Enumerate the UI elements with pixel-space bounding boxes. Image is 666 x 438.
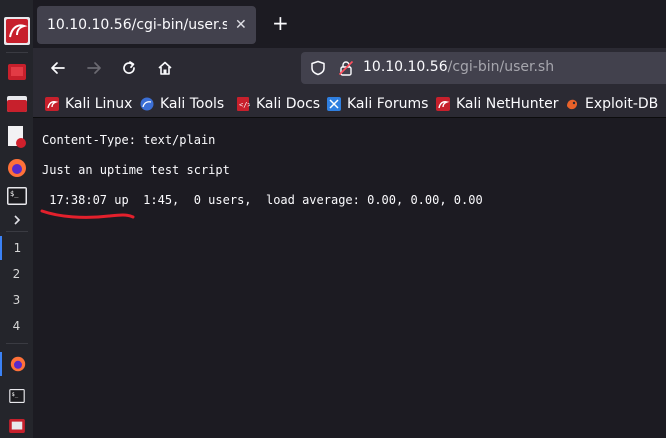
kali-tools-icon bbox=[140, 97, 154, 111]
expand-launcher-button[interactable] bbox=[0, 212, 33, 228]
kali-docs-icon: </> bbox=[237, 97, 250, 111]
arrow-right-icon bbox=[87, 62, 101, 74]
red-underline-annotation bbox=[40, 209, 135, 219]
file-manager-button[interactable] bbox=[0, 92, 33, 116]
url-path: /cgi-bin/user.sh bbox=[447, 59, 555, 75]
bookmark-label: Kali Tools bbox=[160, 96, 225, 112]
bookmark-kali-nethunter[interactable]: Kali NetHunter bbox=[436, 95, 558, 113]
firefox-icon bbox=[7, 159, 26, 177]
new-tab-button[interactable]: + bbox=[272, 13, 289, 33]
tab-strip: 10.10.10.56/cgi-bin/user.sh ✕ + bbox=[33, 0, 666, 48]
taskbar: $_ 1 2 3 4 $_ bbox=[0, 0, 33, 438]
bookmark-exploit-db[interactable]: Exploit-DB bbox=[565, 95, 658, 113]
kali-forums-icon bbox=[327, 97, 341, 111]
document-icon bbox=[7, 126, 26, 148]
workspace-2[interactable]: 2 bbox=[0, 262, 33, 286]
kali-dragon-icon bbox=[3, 17, 30, 45]
svg-text:</>: </> bbox=[239, 101, 250, 109]
url-host: 10.10.10.56 bbox=[363, 59, 448, 75]
divider bbox=[6, 52, 28, 53]
description-line: Just an uptime test script bbox=[42, 163, 230, 177]
svg-text:$_: $_ bbox=[10, 190, 19, 198]
terminal-icon: $_ bbox=[6, 187, 27, 205]
bookmark-label: Kali Linux bbox=[65, 96, 133, 112]
divider bbox=[6, 343, 28, 344]
workspace-label: 1 bbox=[13, 241, 22, 255]
firefox-launcher[interactable] bbox=[0, 156, 33, 180]
svg-text:$_: $_ bbox=[11, 392, 18, 398]
taskbar-window-terminal[interactable]: $_ bbox=[0, 384, 33, 408]
bookmark-label: Exploit-DB bbox=[585, 96, 659, 112]
taskbar-window-app[interactable] bbox=[0, 414, 33, 438]
workspace-3[interactable]: 3 bbox=[0, 288, 33, 312]
content-type-line: Content-Type: text/plain bbox=[42, 133, 216, 147]
exploit-db-icon bbox=[567, 99, 578, 110]
tab-active[interactable]: 10.10.10.56/cgi-bin/user.sh ✕ bbox=[37, 6, 256, 44]
text-editor-button[interactable] bbox=[0, 124, 33, 150]
divider bbox=[6, 231, 28, 232]
terminal-launcher[interactable]: $_ bbox=[0, 184, 33, 208]
bookmark-kali-docs[interactable]: </> Kali Docs bbox=[236, 95, 320, 113]
url-text[interactable]: 10.10.10.56/cgi-bin/user.sh bbox=[363, 59, 554, 75]
kali-icon bbox=[45, 97, 59, 111]
bookmark-kali-tools[interactable]: Kali Tools bbox=[140, 95, 224, 113]
folder-icon bbox=[6, 96, 27, 112]
bookmark-label: Kali NetHunter bbox=[456, 96, 559, 112]
reload-button[interactable] bbox=[118, 57, 140, 79]
home-button[interactable] bbox=[154, 57, 176, 79]
reload-icon bbox=[123, 61, 135, 74]
workspace-label: 2 bbox=[12, 267, 21, 281]
bookmarks-toolbar: Kali Linux Kali Tools </> Kali Docs Kali… bbox=[33, 88, 666, 118]
app-icon bbox=[8, 419, 25, 433]
show-desktop-button[interactable] bbox=[0, 60, 33, 84]
bookmark-kali-linux[interactable]: Kali Linux bbox=[45, 95, 132, 113]
forward-button[interactable] bbox=[83, 57, 105, 79]
arrow-left-icon bbox=[51, 62, 65, 74]
workspace-1[interactable]: 1 bbox=[0, 236, 33, 260]
kali-icon bbox=[436, 97, 450, 111]
firefox-icon bbox=[10, 356, 25, 372]
workspace-4[interactable]: 4 bbox=[0, 314, 33, 338]
desktop-icon bbox=[7, 64, 26, 80]
kali-menu-button[interactable] bbox=[0, 16, 33, 46]
terminal-icon: $_ bbox=[8, 389, 25, 403]
bookmark-kali-forums[interactable]: Kali Forums bbox=[327, 95, 428, 113]
chevron-right-icon bbox=[13, 215, 20, 225]
taskbar-window-firefox[interactable] bbox=[0, 352, 33, 376]
url-bar[interactable]: 10.10.10.56/cgi-bin/user.sh bbox=[301, 52, 666, 84]
navigation-toolbar: 10.10.10.56/cgi-bin/user.sh bbox=[33, 48, 666, 88]
home-icon bbox=[158, 61, 172, 75]
insecure-lock-icon[interactable] bbox=[338, 60, 354, 76]
bookmark-label: Kali Forums bbox=[347, 96, 429, 112]
workspace-label: 4 bbox=[12, 319, 21, 333]
bookmark-label: Kali Docs bbox=[256, 96, 321, 112]
page-content: Content-Type: text/plain Just an uptime … bbox=[33, 119, 666, 438]
back-button[interactable] bbox=[47, 57, 69, 79]
close-icon[interactable]: ✕ bbox=[235, 17, 247, 33]
workspace-label: 3 bbox=[12, 293, 21, 307]
shield-icon[interactable] bbox=[310, 60, 326, 76]
tab-title: 10.10.10.56/cgi-bin/user.sh bbox=[47, 17, 227, 33]
